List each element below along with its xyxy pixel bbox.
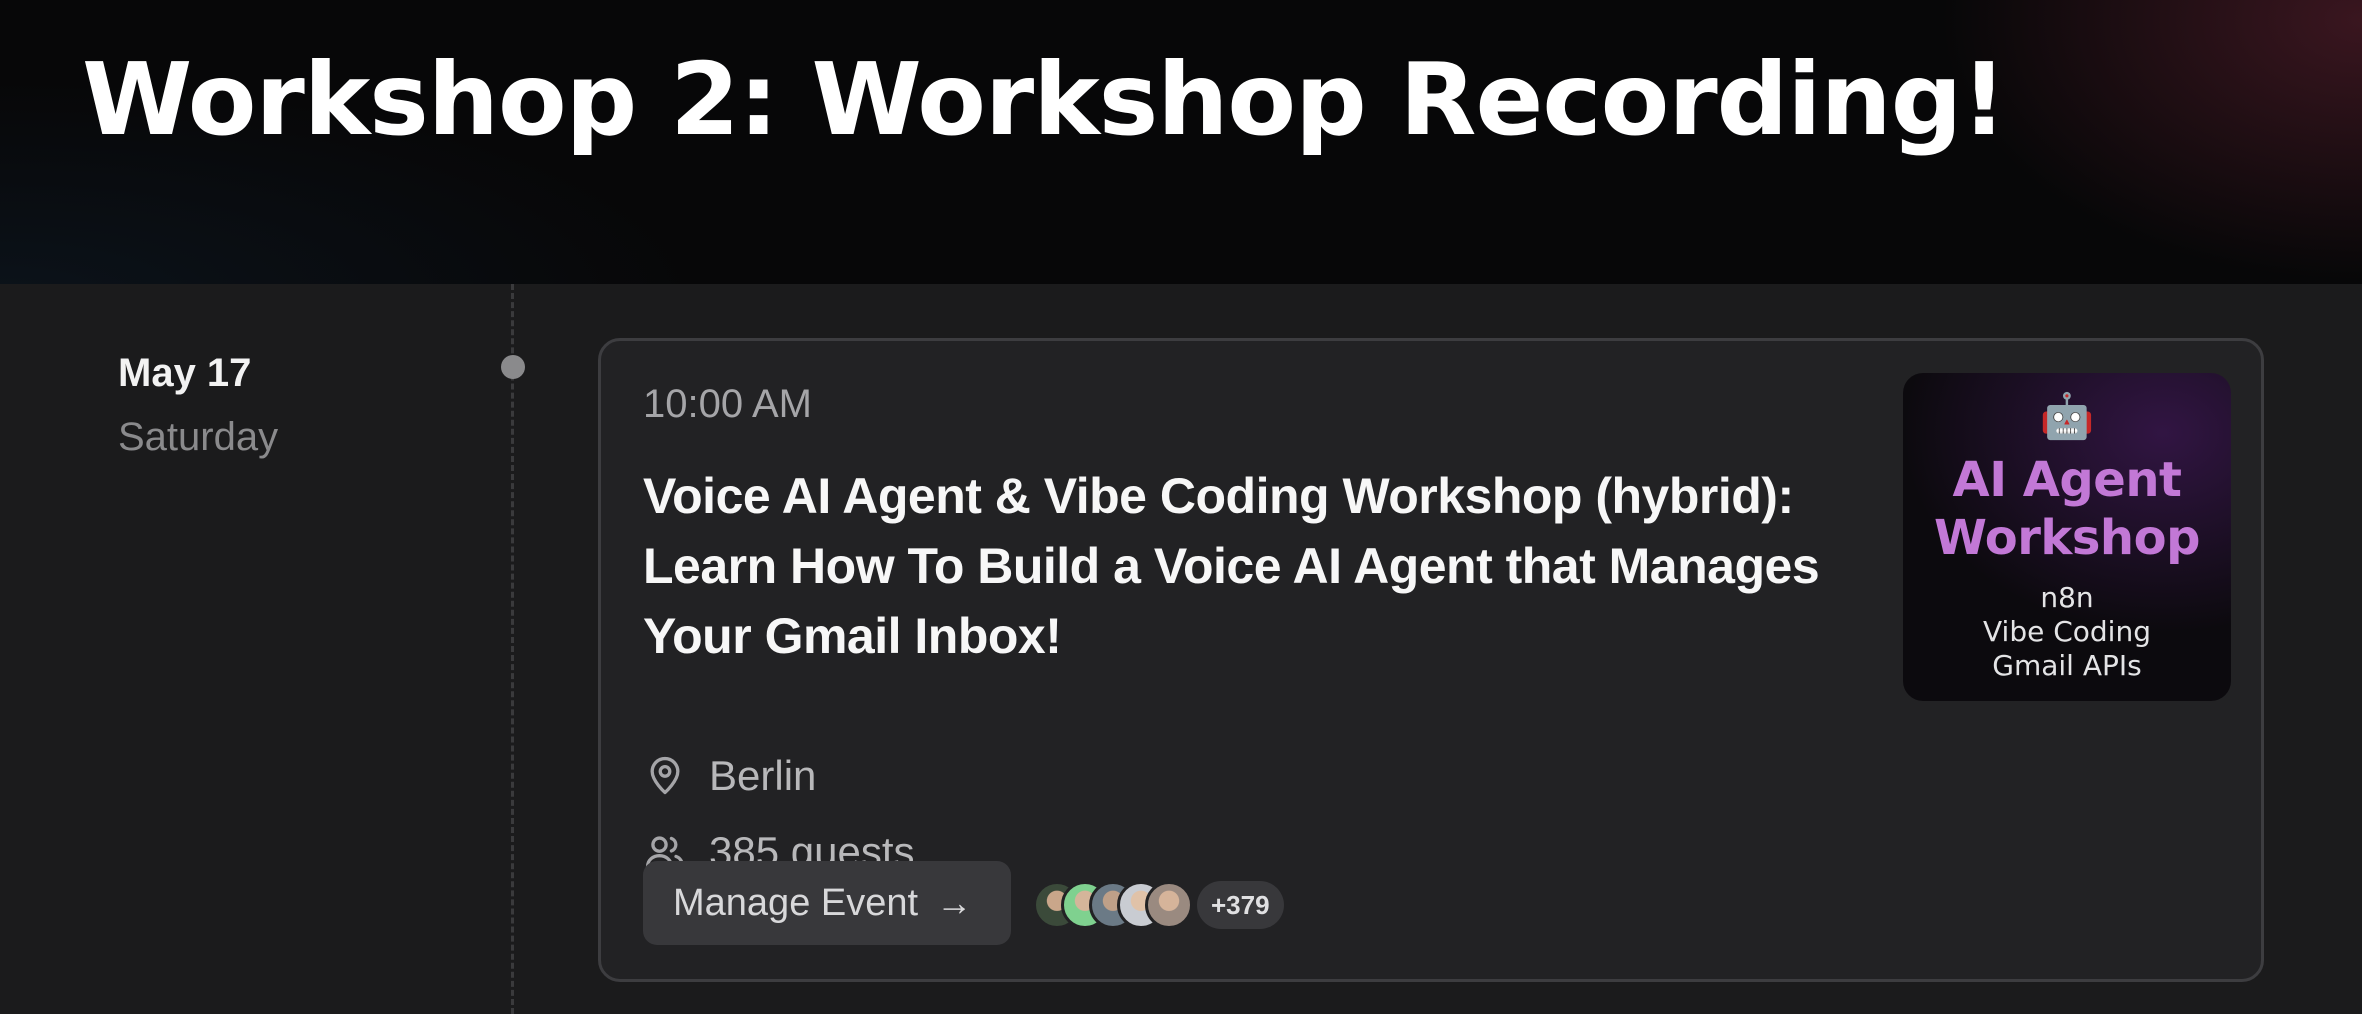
arrow-right-icon: → bbox=[936, 882, 973, 923]
header-banner: Workshop 2: Workshop Recording! bbox=[0, 0, 2362, 284]
event-date: May 17 bbox=[118, 351, 252, 395]
timeline-line bbox=[511, 284, 514, 1014]
thumbnail-title-line: AI Agent bbox=[1952, 452, 2182, 508]
event-weekday: Saturday bbox=[118, 415, 279, 459]
robot-icon: 🤖 bbox=[2039, 392, 2095, 441]
page-title: Workshop 2: Workshop Recording! bbox=[82, 41, 2007, 158]
manage-event-button[interactable]: Manage Event → bbox=[643, 861, 1011, 945]
map-pin-icon bbox=[650, 756, 680, 795]
thumbnail-sub-line: Vibe Coding bbox=[1983, 615, 2151, 648]
schedule-section: May 17 Saturday 10:00 AM Voice AI Agent … bbox=[0, 284, 2362, 1014]
event-time: 10:00 AM bbox=[643, 382, 813, 426]
thumbnail-sub-line: n8n bbox=[2040, 581, 2094, 614]
timeline-dot bbox=[501, 355, 525, 379]
event-location: Berlin bbox=[643, 751, 816, 801]
thumbnail-title: AI Agent Workshop bbox=[1903, 451, 2231, 567]
event-title[interactable]: Voice AI Agent & Vibe Coding Workshop (h… bbox=[643, 461, 1873, 671]
event-card[interactable]: 10:00 AM Voice AI Agent & Vibe Coding Wo… bbox=[598, 338, 2264, 982]
event-thumbnail[interactable]: 🤖 AI Agent Workshop n8n Vibe Coding Gmai… bbox=[1903, 373, 2231, 701]
more-guests-badge: +379 bbox=[1197, 881, 1284, 929]
avatar bbox=[1145, 881, 1193, 929]
guest-avatars[interactable]: +379 bbox=[1033, 879, 1284, 931]
manage-event-label: Manage Event bbox=[673, 881, 919, 924]
thumbnail-sub-line: Gmail APIs bbox=[1992, 649, 2142, 682]
location-label: Berlin bbox=[709, 752, 817, 799]
thumbnail-subtitle: n8n Vibe Coding Gmail APIs bbox=[1903, 581, 2231, 683]
thumbnail-title-line: Workshop bbox=[1934, 510, 2200, 566]
